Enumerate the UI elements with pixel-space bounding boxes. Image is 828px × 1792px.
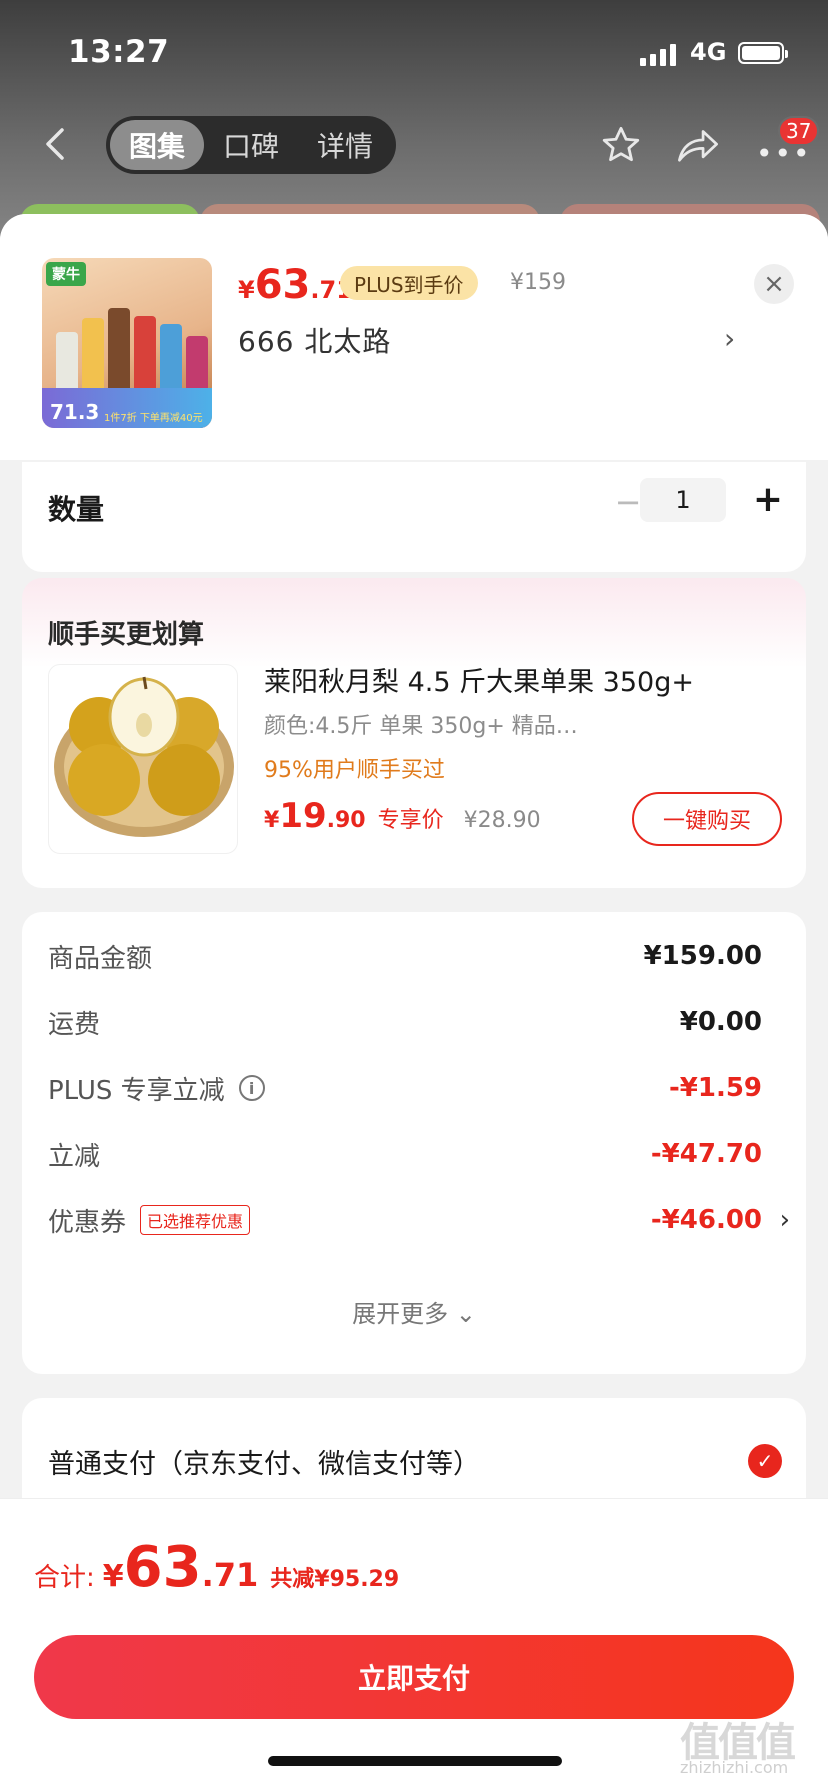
home-indicator[interactable] <box>268 1756 562 1766</box>
share-icon[interactable] <box>676 126 720 164</box>
product-header: 蒙牛 71.3 1件7折 下单再减40元 ¥ 63 .71 PLUS到手价 ¥1… <box>0 214 828 460</box>
quantity-input[interactable]: 1 <box>640 478 726 522</box>
fee-row-shipping: 运费 ¥0.00 <box>48 1002 788 1042</box>
fee-row-plus-discount: PLUS 专享立减 i -¥1.59 <box>48 1068 788 1108</box>
fee-label: 优惠券 <box>48 1207 127 1238</box>
total-currency: ¥ <box>102 1559 124 1594</box>
star-icon[interactable] <box>600 124 642 166</box>
total-integer: 63 <box>123 1535 202 1600</box>
fee-breakdown: 商品金额 ¥159.00 运费 ¥0.00 PLUS 专享立减 i -¥1.59… <box>22 912 806 1374</box>
tab-reviews[interactable]: 口碑 <box>204 120 298 170</box>
tab-gallery[interactable]: 图集 <box>110 120 204 170</box>
fee-label: PLUS 专享立减 <box>48 1075 225 1106</box>
thumb-promo-text: 1件7折 下单再减40元 <box>104 413 203 424</box>
status-bar: 13:27 4G <box>0 32 828 76</box>
product-price: ¥ 63 .71 <box>238 262 353 310</box>
fee-row-coupon[interactable]: 优惠券 已选推荐优惠 -¥46.00 › <box>48 1200 790 1240</box>
fee-label: 立减 <box>48 1141 101 1172</box>
one-click-buy-button[interactable]: 一键购买 <box>632 792 782 846</box>
check-icon[interactable]: ✓ <box>748 1444 782 1478</box>
addon-title: 顺手买更划算 <box>48 620 205 650</box>
coupon-status-badge: 已选推荐优惠 <box>140 1205 251 1235</box>
addon-original-price: ¥28.90 <box>463 808 541 833</box>
battery-icon <box>738 42 788 64</box>
quantity-label: 数量 <box>48 493 105 526</box>
price-integer: 63 <box>254 262 311 308</box>
addon-social-proof: 95%用户顺手买过 <box>264 758 445 783</box>
top-nav: 图集 口碑 详情 ••• 37 <box>0 112 828 178</box>
addon-product-name[interactable]: 莱阳秋月梨 4.5 斤大果单果 350g+ <box>264 660 694 699</box>
chevron-right-icon[interactable]: › <box>780 1205 790 1235</box>
tab-details[interactable]: 详情 <box>298 120 392 170</box>
quantity-increase-button[interactable]: + <box>748 480 788 520</box>
total-decimal: .71 <box>201 1556 259 1594</box>
watermark-site: zhizhizhi.com <box>680 1758 789 1777</box>
payment-method-label: 普通支付（京东支付、微信支付等） <box>48 1449 480 1480</box>
addon-price-decimal: .90 <box>326 808 366 833</box>
addon-price: ¥ 19 .90 专享价 ¥28.90 <box>264 796 541 836</box>
addon-product-spec[interactable]: 颜色:4.5斤 单果 350g+ 精品… <box>264 708 578 740</box>
addon-product-image[interactable] <box>48 664 238 854</box>
checkout-sheet: 蒙牛 71.3 1件7折 下单再减40元 ¥ 63 .71 PLUS到手价 ¥1… <box>0 214 828 1792</box>
addon-recommendation: 顺手买更划算 莱阳秋月梨 4.5 斤大果单果 350g+ 颜色:4.5斤 单果 … <box>22 578 806 888</box>
total-savings: 共减¥95.29 <box>270 1567 400 1592</box>
pay-now-button[interactable]: 立即支付 <box>34 1635 794 1719</box>
quantity-row: 数量 − 1 + <box>22 462 806 572</box>
pear-basket-image <box>54 676 234 837</box>
back-icon[interactable] <box>38 126 72 162</box>
network-type: 4G <box>690 38 727 66</box>
addon-price-tag: 专享价 <box>377 808 444 833</box>
total-label: 合计: <box>34 1563 95 1593</box>
plus-price-tag: PLUS到手价 <box>340 266 478 300</box>
fee-row-instant-discount: 立减 -¥47.70 <box>48 1134 788 1174</box>
fee-label: 运费 <box>48 1009 101 1040</box>
addon-price-integer: 19 <box>279 796 327 836</box>
price-currency: ¥ <box>238 276 255 304</box>
signal-icon <box>640 44 676 66</box>
fee-amount: ¥159.00 <box>643 941 762 971</box>
nav-tabs: 图集 口碑 详情 <box>106 116 396 174</box>
thumb-brand-logo: 蒙牛 <box>46 262 86 286</box>
fee-amount: -¥47.70 <box>650 1139 762 1169</box>
fee-row-subtotal: 商品金额 ¥159.00 <box>48 936 788 976</box>
chevron-right-icon[interactable]: › <box>724 322 735 355</box>
product-thumbnail[interactable]: 蒙牛 71.3 1件7折 下单再减40元 <box>42 258 212 428</box>
info-icon[interactable]: i <box>238 1075 265 1101</box>
fee-amount: -¥1.59 <box>668 1073 762 1103</box>
addon-price-currency: ¥ <box>264 808 280 833</box>
original-price: ¥159 <box>510 270 566 295</box>
fee-amount: -¥46.00 <box>650 1205 762 1235</box>
status-time: 13:27 <box>68 34 170 70</box>
fee-amount: ¥0.00 <box>679 1007 762 1037</box>
thumb-promo-price: 71.3 <box>50 400 100 424</box>
message-count-badge: 37 <box>778 116 820 146</box>
close-icon[interactable]: × <box>754 264 794 304</box>
expand-more-button[interactable]: 展开更多 ⌄ <box>22 1294 806 1329</box>
order-total: 合计: ¥ 63 .71 共减¥95.29 <box>34 1535 399 1600</box>
delivery-address[interactable]: 666 北太路 <box>238 320 391 360</box>
fee-label: 商品金额 <box>48 943 153 974</box>
